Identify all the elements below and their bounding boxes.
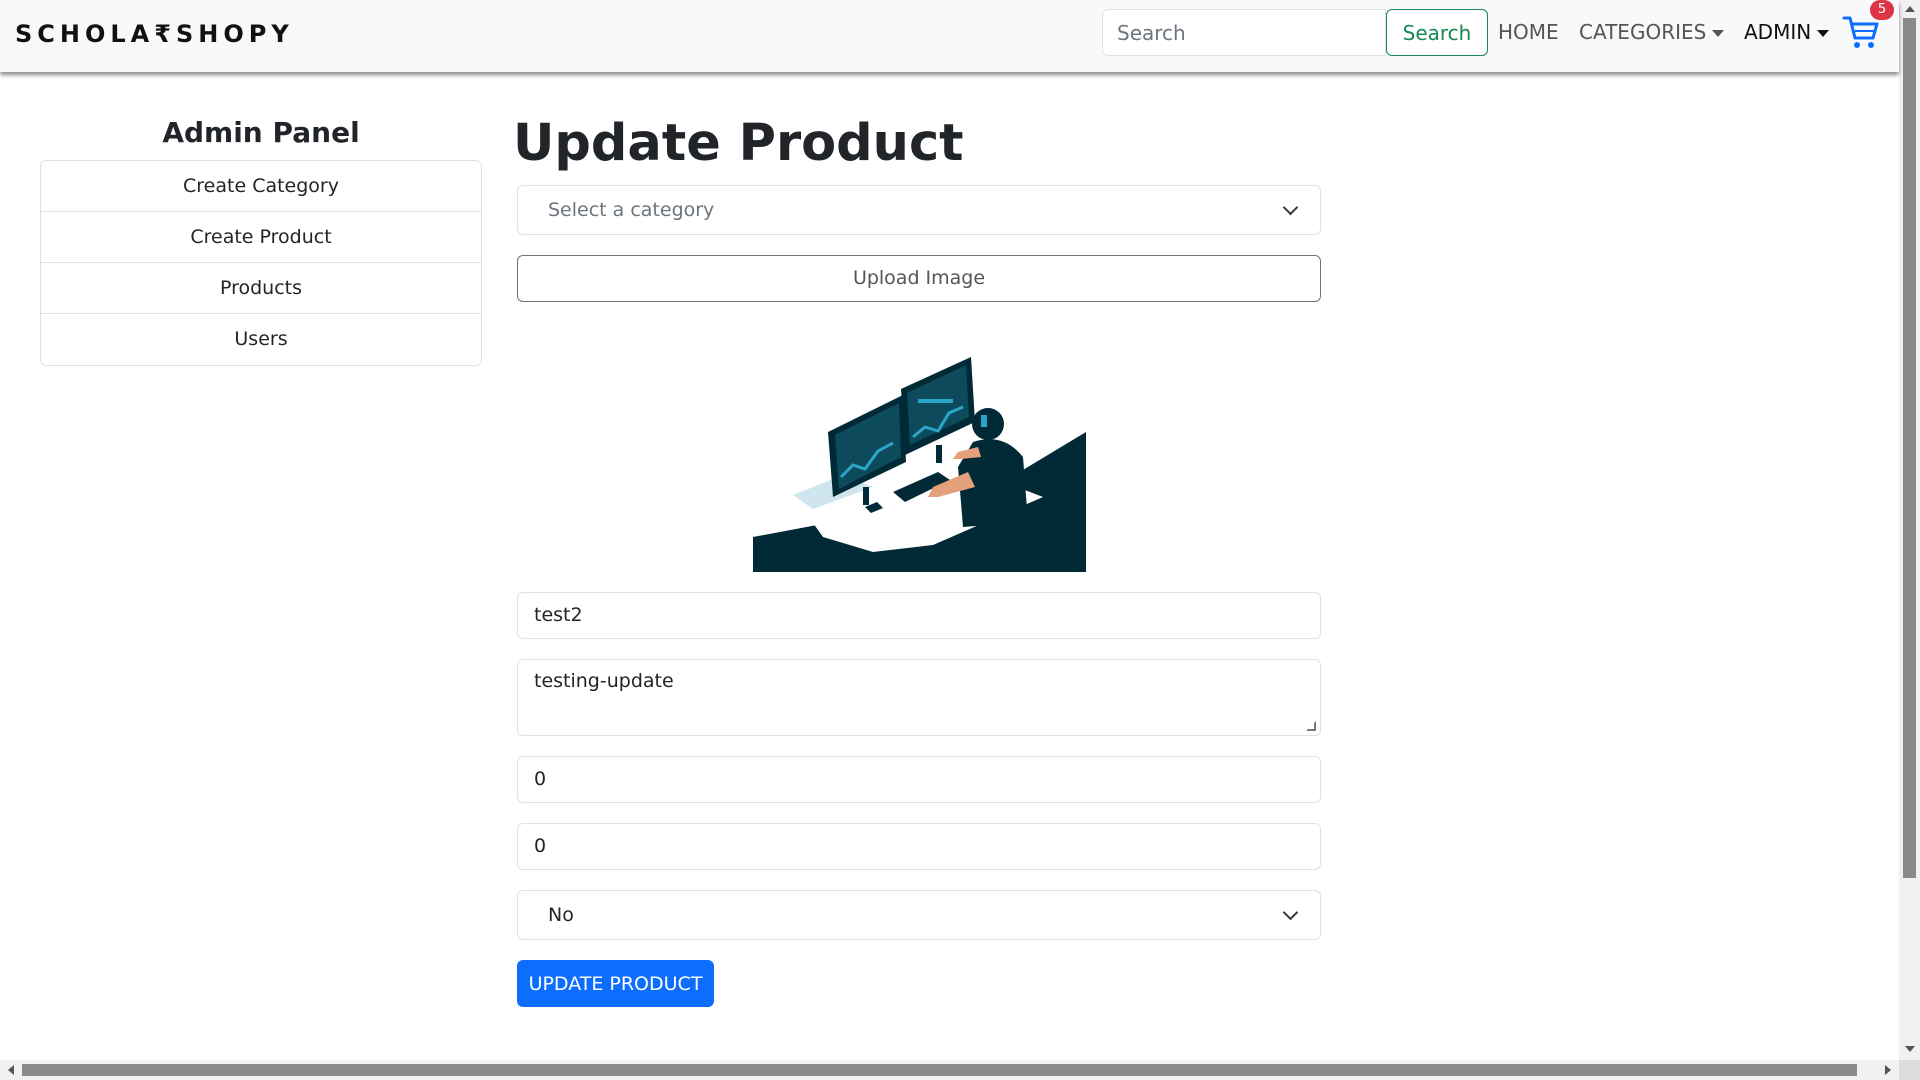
sidebar-item-create-product[interactable]: Create Product	[41, 212, 481, 263]
nav-admin-label: ADMIN	[1744, 20, 1812, 44]
nav-categories-dropdown[interactable]: CATEGORIES	[1579, 20, 1725, 44]
chevron-down-icon	[1282, 904, 1299, 921]
product-name-field[interactable]: test2	[517, 592, 1321, 639]
product-quantity-field[interactable]: 0	[517, 823, 1321, 870]
cart-count-badge: 5	[1870, 0, 1894, 20]
sidebar-item-users[interactable]: Users	[41, 314, 481, 365]
chevron-down-icon	[1282, 199, 1299, 216]
resize-handle-icon[interactable]	[1306, 721, 1316, 731]
category-select[interactable]: Select a category	[517, 185, 1321, 235]
category-select-placeholder: Select a category	[548, 199, 715, 221]
scroll-left-arrow-icon[interactable]	[8, 1065, 14, 1075]
update-product-button[interactable]: UPDATE PRODUCT	[517, 960, 714, 1007]
product-image	[753, 357, 1086, 572]
admin-panel-title: Admin Panel	[162, 116, 360, 149]
product-price-field[interactable]: 0	[517, 756, 1321, 803]
shipping-select-value: No	[548, 904, 574, 926]
search-button[interactable]: Search	[1386, 9, 1488, 56]
admin-sidebar: Create Category Create Product Products …	[40, 160, 482, 366]
search-input[interactable]	[1102, 9, 1386, 56]
navbar: SCHOLA₹SHOPY Search HOME CATEGORIES ADMI…	[0, 0, 1899, 72]
horizontal-scrollbar-thumb[interactable]	[22, 1064, 1857, 1076]
caret-down-icon	[1712, 30, 1725, 37]
caret-down-icon	[1817, 30, 1830, 37]
sidebar-item-create-category[interactable]: Create Category	[41, 161, 481, 212]
scrollbar-corner	[1899, 1060, 1920, 1080]
scroll-down-arrow-icon[interactable]	[1905, 1046, 1915, 1052]
sidebar-item-products[interactable]: Products	[41, 263, 481, 314]
brand-logo[interactable]: SCHOLA₹SHOPY	[15, 20, 294, 48]
scroll-up-arrow-icon[interactable]	[1905, 6, 1915, 12]
cart-icon[interactable]	[1842, 14, 1880, 50]
shipping-select[interactable]: No	[517, 890, 1321, 940]
vertical-scrollbar-thumb[interactable]	[1903, 18, 1916, 878]
nav-categories-label: CATEGORIES	[1579, 20, 1707, 44]
product-description-text: testing-update	[534, 670, 674, 692]
page-title: Update Product	[513, 114, 964, 173]
product-description-field[interactable]: testing-update	[517, 659, 1321, 736]
nav-admin-dropdown[interactable]: ADMIN	[1744, 20, 1830, 44]
upload-image-button[interactable]: Upload Image	[517, 255, 1321, 302]
scroll-right-arrow-icon[interactable]	[1885, 1065, 1891, 1075]
nav-home-link[interactable]: HOME	[1498, 20, 1559, 44]
